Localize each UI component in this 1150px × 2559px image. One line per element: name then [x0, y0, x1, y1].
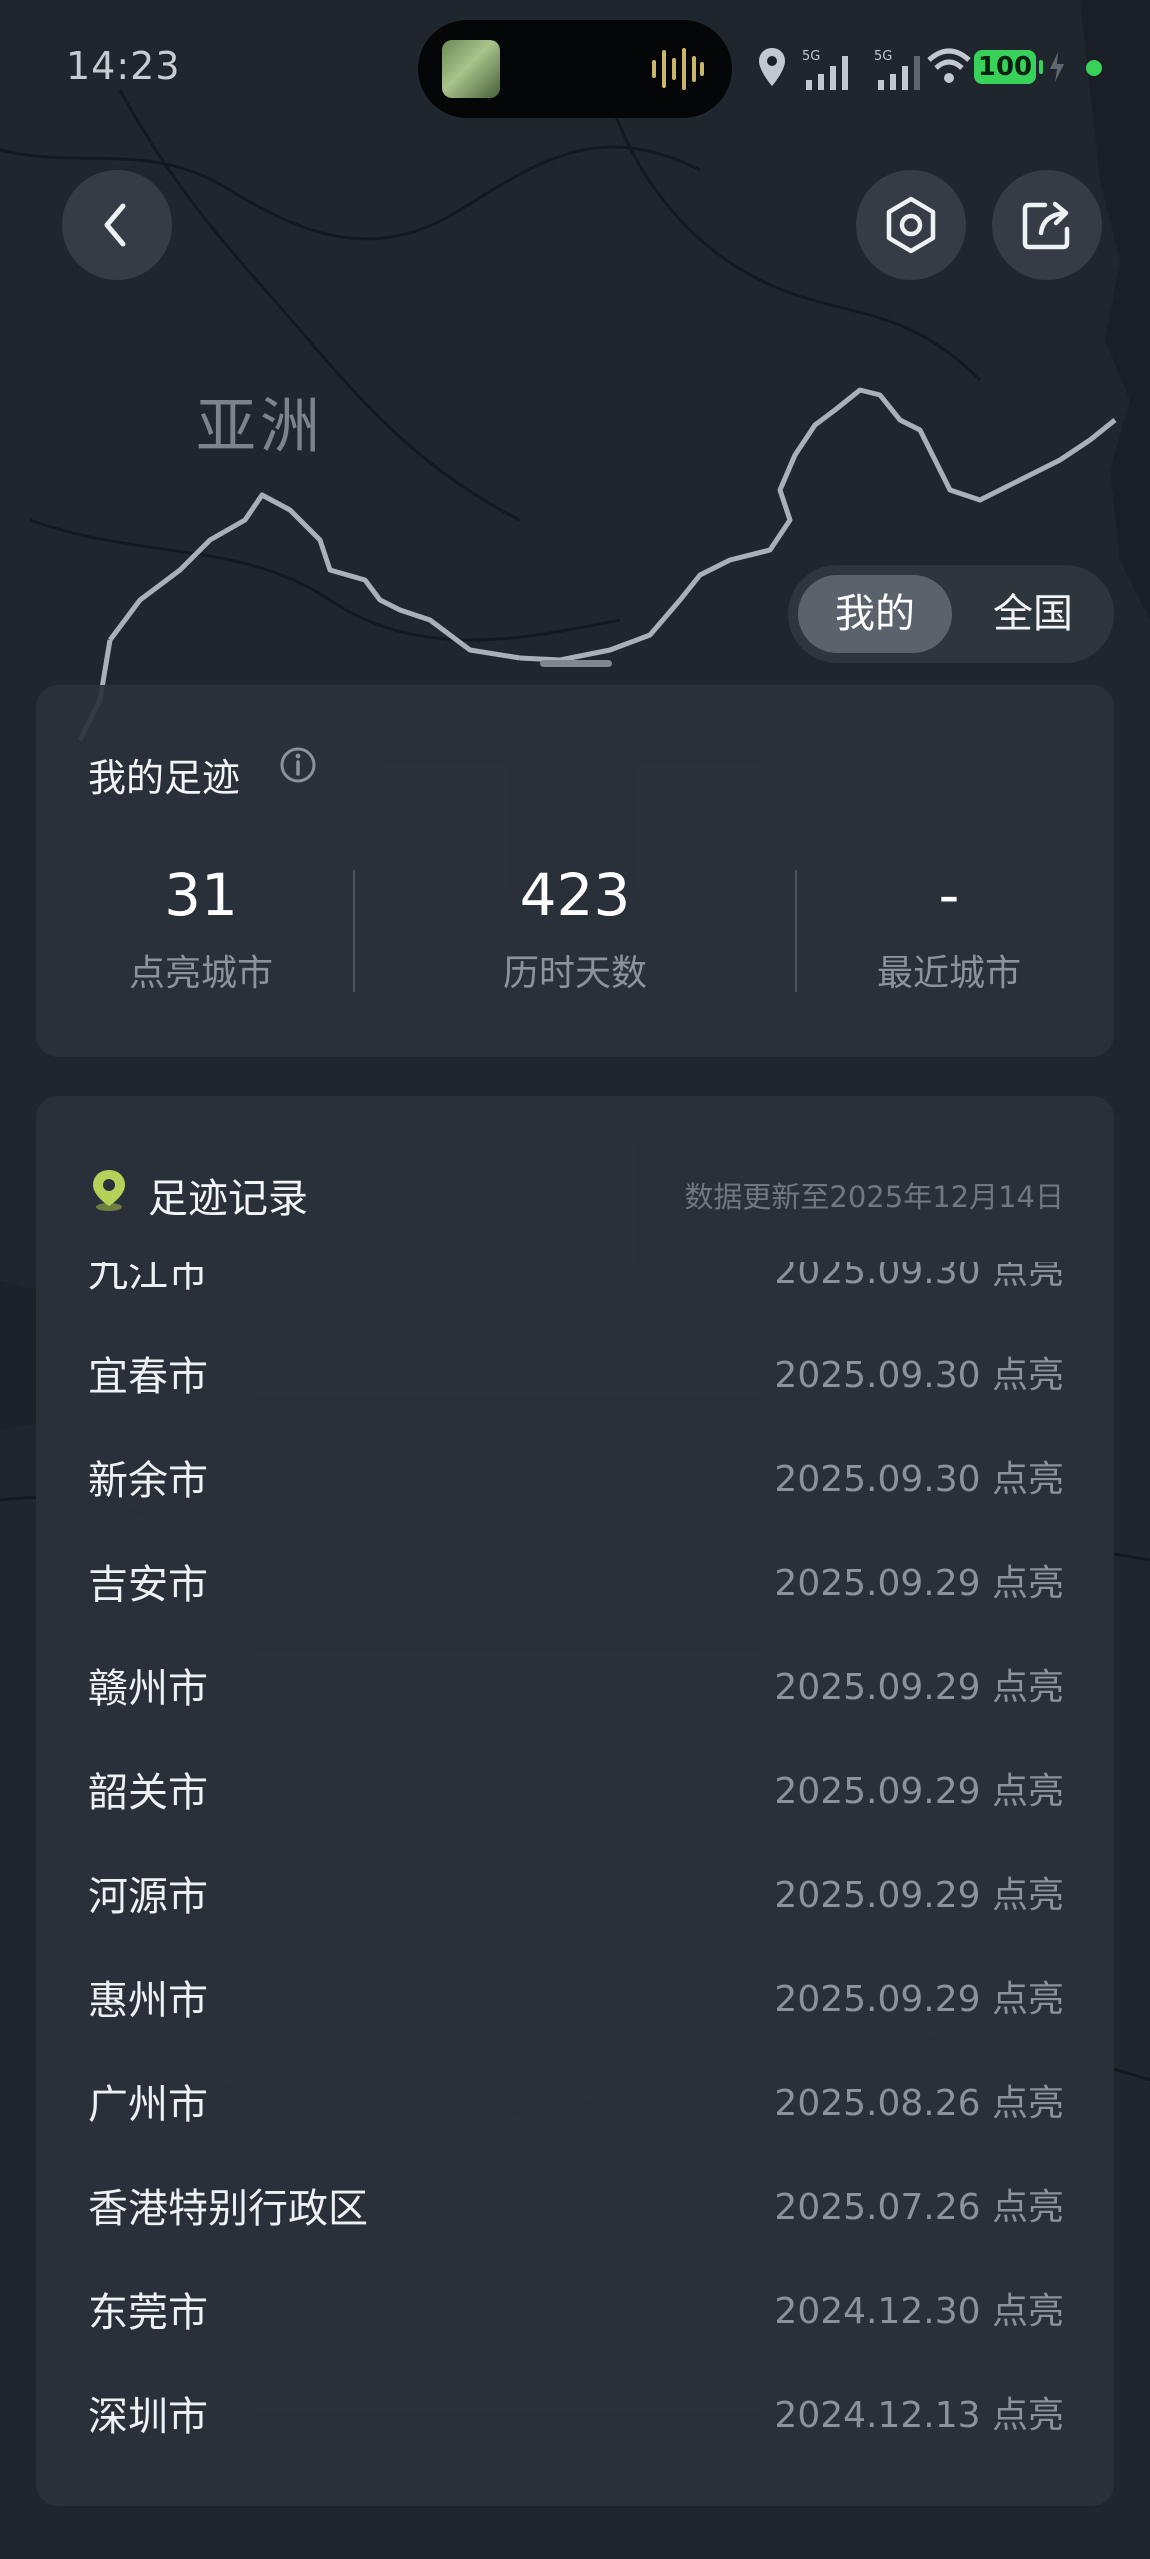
battery-indicator: 100 — [974, 50, 1036, 84]
stat-divider — [353, 870, 355, 992]
list-item[interactable]: 香港特别行政区 2025.07.26 点亮 — [36, 2150, 1114, 2254]
record-city: 赣州市 — [88, 1666, 208, 1712]
toggle-option-mine[interactable]: 我的 — [798, 575, 952, 653]
media-thumbnail — [442, 40, 500, 98]
record-date: 2025.08.26 点亮 — [774, 2083, 1064, 2124]
list-item[interactable]: 吉安市 2025.09.29 点亮 — [36, 1526, 1114, 1630]
record-city: 惠州市 — [88, 1978, 208, 2024]
stat-lit-cities: 31 点亮城市 — [36, 860, 366, 996]
records-title: 足迹记录 — [148, 1176, 308, 1222]
location-icon — [759, 48, 785, 86]
record-date: 2025.09.29 点亮 — [774, 1875, 1064, 1916]
privacy-dot — [1086, 60, 1102, 76]
record-date: 2025.09.30 点亮 — [774, 1262, 1064, 1292]
record-city: 新余市 — [88, 1458, 208, 1504]
battery-tip — [1039, 60, 1043, 74]
settings-button[interactable] — [856, 170, 966, 280]
footprint-records-card: 足迹记录 数据更新至2025年12月14日 九江市 2025.09.30 点亮 … — [36, 1096, 1114, 2506]
stat-value: 423 — [519, 861, 631, 929]
record-date: 2025.09.30 点亮 — [774, 1355, 1064, 1396]
list-item[interactable]: 深圳市 2024.12.13 点亮 — [36, 2358, 1114, 2462]
stat-value: 31 — [164, 861, 238, 929]
record-date: 2025.07.26 点亮 — [774, 2187, 1064, 2228]
map-label-asia: 亚洲 — [196, 392, 324, 462]
stat-label: 最近城市 — [876, 953, 1021, 994]
status-time: 14:23 — [66, 44, 181, 88]
chevron-left-icon — [104, 203, 126, 247]
stat-days: 423 历时天数 — [410, 860, 740, 996]
record-city: 九江市 — [88, 1262, 208, 1296]
list-item[interactable]: 新余市 2025.09.30 点亮 — [36, 1422, 1114, 1526]
list-item[interactable]: 九江市 2025.09.30 点亮 — [36, 1262, 1114, 1318]
records-updated-date: 数据更新至2025年12月14日 — [684, 1180, 1064, 1214]
list-item[interactable]: 广州市 2025.08.26 点亮 — [36, 2046, 1114, 2150]
record-city: 广州市 — [88, 2082, 208, 2128]
signal-1-label: 5G — [802, 49, 820, 64]
list-item[interactable]: 韶关市 2025.09.29 点亮 — [36, 1734, 1114, 1838]
scope-toggle[interactable]: 我的 全国 — [788, 565, 1114, 663]
record-date: 2025.09.29 点亮 — [774, 1771, 1064, 1812]
list-item[interactable]: 宜春市 2025.09.30 点亮 — [36, 1318, 1114, 1422]
record-date: 2024.12.13 点亮 — [774, 2395, 1064, 2436]
record-city: 河源市 — [88, 1874, 208, 1920]
wifi-icon — [927, 48, 971, 83]
hexagon-settings-icon — [886, 196, 936, 254]
info-icon[interactable] — [278, 745, 318, 785]
list-item[interactable]: 河源市 2025.09.29 点亮 — [36, 1838, 1114, 1942]
signal-icon: 5G — [802, 49, 848, 90]
toggle-option-national[interactable]: 全国 — [958, 575, 1108, 653]
back-button[interactable] — [62, 170, 172, 280]
record-city: 韶关市 — [88, 1770, 208, 1816]
record-date: 2025.09.29 点亮 — [774, 1667, 1064, 1708]
summary-title: 我的足迹 — [88, 756, 241, 800]
location-pin-icon — [93, 1170, 125, 1211]
record-date: 2025.09.29 点亮 — [774, 1979, 1064, 2020]
charging-icon — [1050, 52, 1064, 82]
record-date: 2025.09.30 点亮 — [774, 1459, 1064, 1500]
stat-label: 历时天数 — [502, 953, 647, 994]
records-list[interactable]: 九江市 2025.09.30 点亮 宜春市 2025.09.30 点亮 新余市 … — [36, 1262, 1114, 2506]
record-city: 香港特别行政区 — [88, 2186, 368, 2232]
list-item[interactable]: 东莞市 2024.12.30 点亮 — [36, 2254, 1114, 2358]
stat-value: - — [938, 861, 960, 929]
stat-recent-city: - 最近城市 — [784, 860, 1114, 996]
dynamic-island[interactable] — [418, 20, 732, 118]
record-city: 深圳市 — [88, 2394, 208, 2440]
share-icon — [1022, 201, 1070, 250]
record-city: 宜春市 — [88, 1354, 208, 1400]
record-city: 东莞市 — [88, 2290, 208, 2336]
record-date: 2024.12.30 点亮 — [774, 2291, 1064, 2332]
share-button[interactable] — [992, 170, 1102, 280]
footprint-summary-card: 我的足迹 31 点亮城市 423 历时天数 - 最近城市 — [36, 685, 1114, 1057]
record-date: 2025.09.29 点亮 — [774, 1563, 1064, 1604]
sheet-drag-handle[interactable] — [540, 660, 612, 667]
audio-wave-icon — [652, 48, 704, 90]
status-icons: 5G 5G 100 — [750, 38, 1150, 98]
status-bar: 14:23 5G 5G 100 — [0, 0, 1150, 140]
list-item[interactable]: 惠州市 2025.09.29 点亮 — [36, 1942, 1114, 2046]
stat-label: 点亮城市 — [128, 953, 273, 994]
signal-2-label: 5G — [874, 49, 892, 64]
list-item[interactable]: 赣州市 2025.09.29 点亮 — [36, 1630, 1114, 1734]
record-city: 吉安市 — [88, 1562, 208, 1608]
